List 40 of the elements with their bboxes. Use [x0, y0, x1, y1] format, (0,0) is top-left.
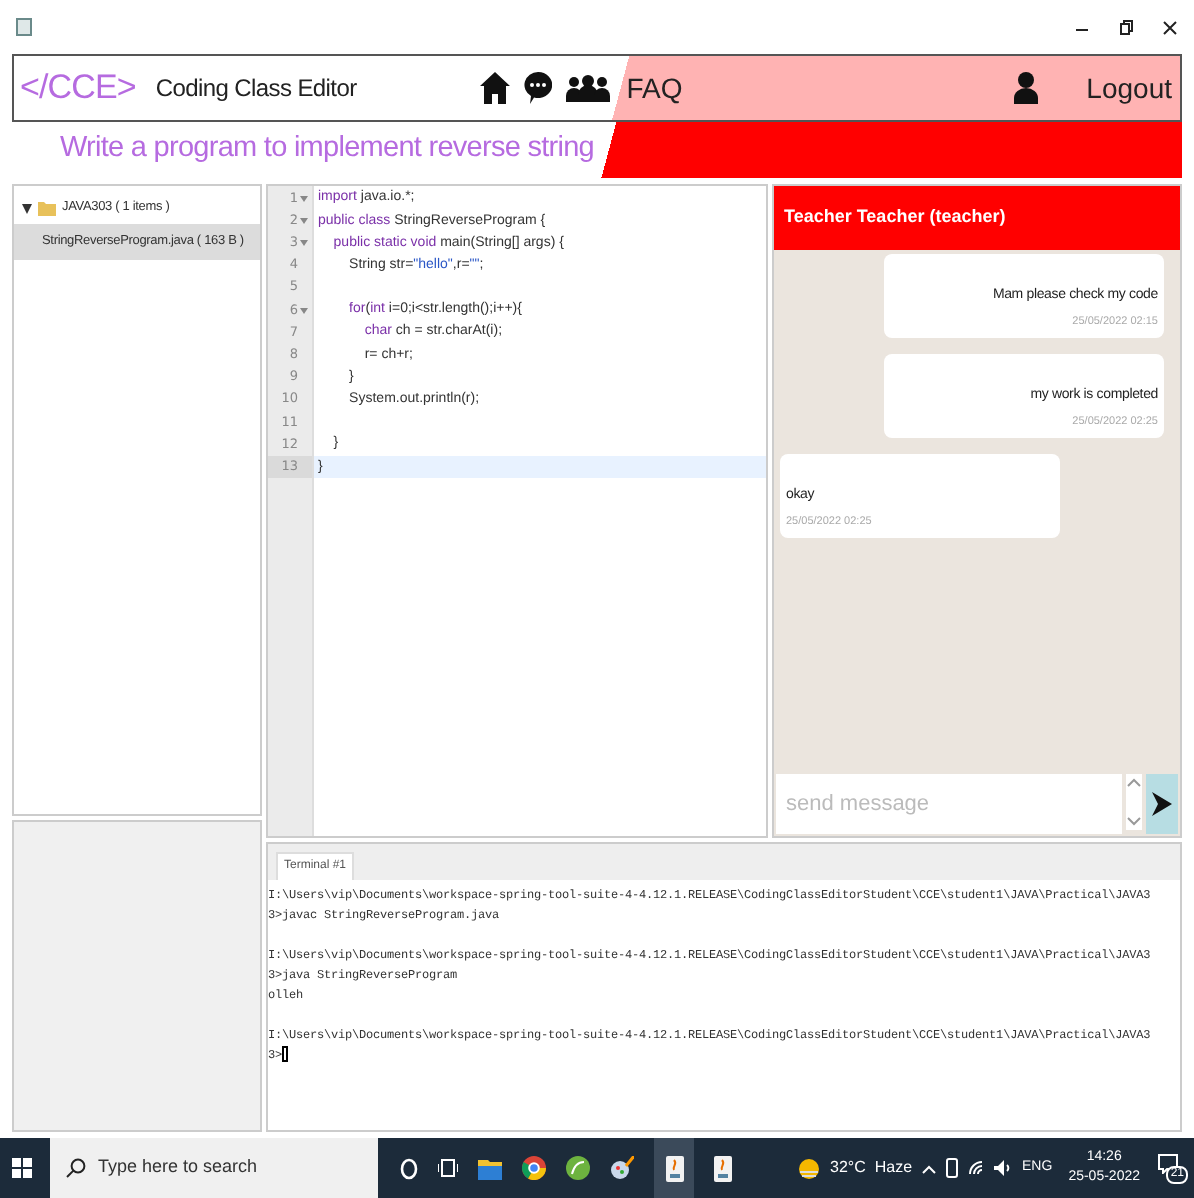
paint-icon[interactable] — [610, 1156, 634, 1180]
folder-icon — [38, 201, 56, 215]
faq-link[interactable]: FAQ — [626, 67, 683, 109]
task-view-icon[interactable] — [438, 1158, 458, 1178]
logout-link[interactable]: Logout — [1086, 67, 1172, 109]
home-icon[interactable] — [480, 72, 511, 104]
task-title: Write a program to implement reverse string — [60, 130, 594, 169]
folder-icon[interactable] — [478, 1157, 502, 1179]
search-field[interactable]: Type here to search — [50, 1138, 378, 1198]
wifi-icon[interactable] — [968, 1160, 985, 1176]
fold-arrow-icon[interactable] — [300, 196, 308, 203]
chat-title: Teacher Teacher (teacher) — [774, 186, 1180, 250]
device-icon[interactable] — [946, 1158, 959, 1178]
taskbar-app-button[interactable] — [654, 1138, 694, 1198]
fold-arrow-icon[interactable] — [300, 308, 308, 315]
users-icon[interactable] — [566, 74, 611, 102]
chat-bubble-icon[interactable] — [524, 72, 553, 104]
leaf-icon[interactable] — [566, 1156, 590, 1180]
user-icon[interactable] — [1014, 72, 1039, 104]
browser-icon[interactable] — [522, 1156, 546, 1180]
weather-text: 32°C Haze — [830, 1156, 913, 1180]
message-input[interactable]: send message — [776, 774, 1122, 834]
app-icon — [16, 18, 32, 36]
send-arrow-icon — [1152, 792, 1172, 816]
expander-triangle-icon[interactable] — [22, 203, 32, 213]
text-cursor — [282, 1046, 289, 1062]
search-icon — [66, 1158, 86, 1178]
circle-icon[interactable] — [400, 1157, 418, 1179]
fold-arrow-icon[interactable] — [300, 218, 308, 225]
sun-haze-icon — [798, 1157, 821, 1179]
windows-start-icon[interactable] — [12, 1158, 32, 1178]
app-title: Coding Class Editor — [155, 72, 357, 106]
java-app-icon[interactable] — [714, 1155, 732, 1181]
chevron-up-icon[interactable] — [922, 1163, 937, 1173]
speaker-icon[interactable] — [994, 1160, 1013, 1176]
java-app-icon — [665, 1155, 683, 1181]
restore-icon[interactable] — [1118, 18, 1134, 36]
fold-arrow-icon[interactable] — [300, 240, 308, 247]
send-button[interactable] — [1146, 774, 1178, 834]
close-icon[interactable] — [1162, 19, 1178, 35]
